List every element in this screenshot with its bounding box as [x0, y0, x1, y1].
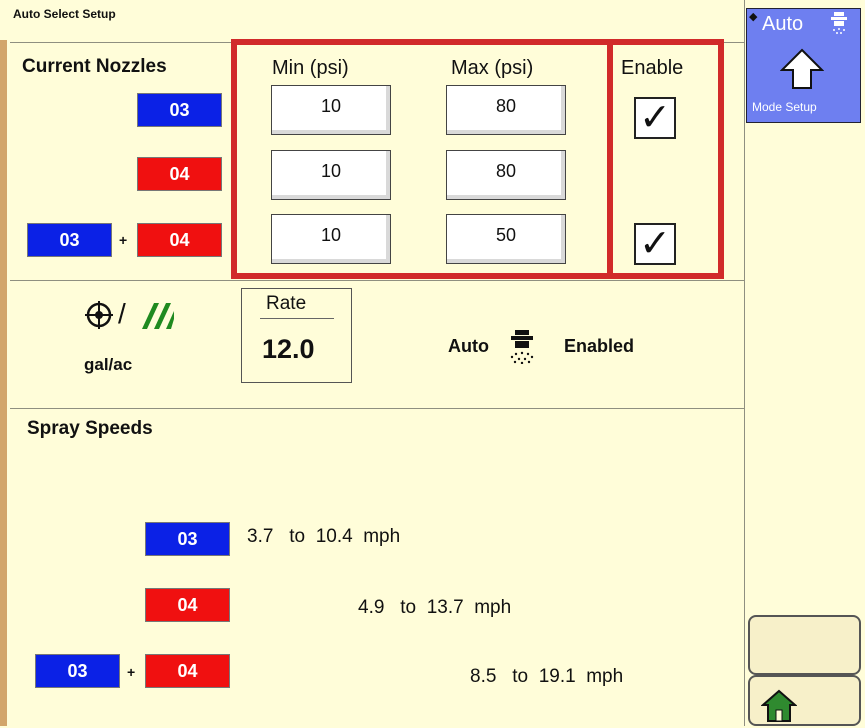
speed-row-03-04: 8.5 to 19.1 mph: [470, 666, 623, 688]
units-separator: /: [118, 298, 126, 329]
rate-label: Rate: [266, 293, 307, 314]
mode-setup-button[interactable]: ◆ Auto Mode Setup: [746, 8, 861, 123]
speed-min: 8.5: [470, 666, 497, 687]
nozzle-chip-03-combo: 03: [27, 223, 112, 257]
speed-chip-04: 04: [145, 588, 230, 622]
mode-button-label: Mode Setup: [752, 100, 817, 114]
spray-speeds-header: Spray Speeds: [27, 418, 153, 439]
home-icon: [760, 689, 798, 723]
blank-side-button[interactable]: [748, 615, 861, 675]
speed-max: 13.7: [426, 597, 464, 618]
speed-chip-04-combo: 04: [145, 654, 230, 688]
home-button[interactable]: [748, 675, 861, 726]
rate-label-underline: [260, 318, 334, 319]
speed-chip-03-combo: 03: [35, 654, 120, 688]
sprayer-icon: [829, 12, 849, 36]
divider-mid: [10, 280, 744, 281]
up-arrow-icon: [779, 48, 825, 90]
pressure-highlight-box: [231, 39, 613, 279]
speed-max: 19.1: [538, 666, 576, 687]
right-divider: [744, 0, 745, 726]
speed-max: 10.4: [315, 526, 353, 547]
divider-speeds: [10, 408, 744, 409]
speed-unit: mph: [363, 526, 401, 547]
speed-combo-plus: +: [127, 664, 136, 680]
left-frame-strip: [0, 0, 7, 726]
speed-unit: mph: [474, 597, 512, 618]
rate-units: gal/ac: [84, 355, 133, 374]
rate-box[interactable]: Rate 12.0: [241, 288, 352, 383]
speed-row-04: 4.9 to 13.7 mph: [358, 597, 511, 619]
speed-min: 4.9: [358, 597, 385, 618]
nozzle-combo-plus: +: [119, 232, 128, 248]
rate-value: 12.0: [262, 334, 315, 364]
speed-row-03: 3.7 to 10.4 mph: [247, 526, 400, 548]
speed-to: to: [400, 597, 417, 618]
mode-button-auto-label: Auto: [762, 13, 804, 35]
corner-marker-icon: ◆: [749, 11, 758, 23]
current-nozzles-header: Current Nozzles: [22, 56, 167, 77]
auto-label: Auto: [448, 336, 489, 356]
speed-to: to: [289, 526, 306, 547]
nozzle-chip-04: 04: [137, 157, 222, 191]
enable-highlight-box: [607, 39, 724, 279]
speed-to: to: [512, 666, 529, 687]
speed-unit: mph: [586, 666, 624, 687]
nozzle-chip-03: 03: [137, 93, 222, 127]
auto-enabled-status: Enabled: [564, 336, 635, 356]
target-icon: [84, 300, 114, 330]
speed-min: 3.7: [247, 526, 274, 547]
window-title: Auto Select Setup: [13, 7, 116, 21]
nozzle-chip-04-combo: 04: [137, 223, 222, 257]
speed-chip-03: 03: [145, 522, 230, 556]
field-stripes-icon: [138, 301, 174, 329]
sprayer-icon: [507, 329, 537, 365]
